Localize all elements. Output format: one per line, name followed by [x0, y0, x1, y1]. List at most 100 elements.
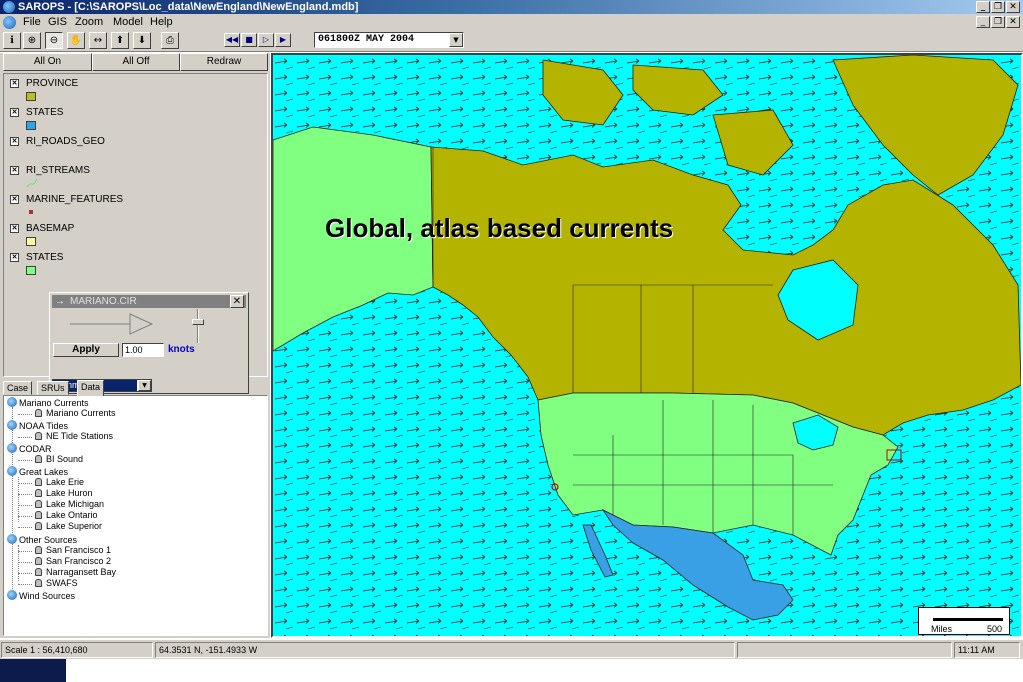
tree-leaf[interactable]: Mariano Currents [35, 408, 116, 419]
stop-button[interactable]: ■ [241, 33, 257, 47]
print-icon[interactable]: ⎙ [161, 32, 179, 49]
layer-checkbox[interactable]: ✕ [10, 108, 19, 117]
tab-data[interactable]: Data [77, 380, 105, 396]
tab-case[interactable]: Case [3, 381, 33, 395]
toolbar: ℹ ⊕ ⊖ ✋ ↔ ⬆ ⬇ ⎙ ◀◀ ■ ▷ ▶ 061800Z MAY 200… [0, 30, 1023, 52]
database-icon [35, 455, 42, 463]
database-icon [35, 522, 42, 530]
layer-name: RI_ROADS_GEO [26, 136, 105, 147]
speed-units-label: knots [168, 344, 195, 355]
all-off-button[interactable]: All Off [92, 53, 180, 71]
pan-icon[interactable]: ✋ [67, 32, 85, 49]
layer-row: ✕ MARINE_FEATURES [10, 193, 260, 221]
tree-leaf[interactable]: NE Tide Stations [35, 431, 113, 442]
database-icon [35, 500, 42, 508]
map-canvas[interactable] [273, 55, 1021, 636]
zoom-out-icon[interactable]: ⊖ [45, 32, 63, 49]
tree-node[interactable]: Other Sources [7, 534, 77, 545]
layer-row: ✕ PROVINCE [10, 77, 260, 105]
close-icon[interactable]: ✕ [230, 295, 244, 308]
speed-input[interactable]: 1.00 [122, 343, 164, 357]
map-view[interactable]: Global, atlas based currents Miles 500 [271, 53, 1023, 638]
window-title: SAROPS - [C:\SAROPS\Loc_data\NewEngland\… [18, 1, 359, 13]
layer-name: RI_STREAMS [26, 165, 90, 176]
layer-buttons: All On All Off Redraw [3, 53, 268, 71]
maximize-button[interactable]: ❐ [991, 1, 1005, 13]
scale-line [933, 618, 1003, 621]
status-scale: Scale 1 : 56,410,680 [1, 642, 153, 658]
tree-leaf[interactable]: Lake Erie [35, 477, 84, 488]
status-bar: Scale 1 : 56,410,680 64.3531 N, -151.493… [0, 640, 1023, 659]
step-button[interactable]: ▷ [258, 33, 274, 47]
menu-bar: File GIS Zoom Model Help _ ❐ ✕ [0, 14, 1023, 30]
close-button[interactable]: ✕ [1006, 1, 1020, 13]
tree-leaf[interactable]: BI Sound [35, 454, 83, 465]
child-close-button[interactable]: ✕ [1006, 16, 1020, 28]
layer-swatch [26, 121, 36, 130]
datetime-select[interactable]: 061800Z MAY 2004 ▼ [314, 32, 464, 48]
tree-leaf[interactable]: San Francisco 2 [35, 556, 111, 567]
tree-node[interactable]: NOAA Tides [7, 420, 68, 431]
database-icon [35, 511, 42, 519]
layer-checkbox[interactable]: ✕ [10, 253, 19, 262]
import-icon[interactable]: ⬇ [133, 32, 151, 49]
window-title-bar: SAROPS - [C:\SAROPS\Loc_data\NewEngland\… [0, 0, 1023, 14]
child-maximize-button[interactable]: ❐ [991, 16, 1005, 28]
mariano-dialog: → MARIANO.CIR ✕ Apply 1.00 knots summer … [49, 292, 249, 394]
minimize-button[interactable]: _ [976, 1, 990, 13]
tree-leaf[interactable]: Lake Ontario [35, 510, 98, 521]
rewind-button[interactable]: ◀◀ [224, 33, 240, 47]
layer-swatch [26, 266, 36, 275]
tree-leaf[interactable]: San Francisco 1 [35, 545, 111, 556]
globe-icon [7, 590, 17, 600]
menu-file[interactable]: File [23, 16, 41, 28]
redraw-button[interactable]: Redraw [180, 53, 268, 71]
zoom-in-icon[interactable]: ⊕ [23, 32, 41, 49]
database-icon [35, 489, 42, 497]
layer-name: STATES [26, 107, 64, 118]
measure-icon[interactable]: ↔ [89, 32, 107, 49]
scale-units: Miles [931, 624, 953, 634]
tab-srus[interactable]: SRUs [37, 381, 69, 395]
menu-zoom[interactable]: Zoom [75, 16, 103, 28]
scale-bar: Miles 500 [918, 607, 1010, 635]
all-on-button[interactable]: All On [3, 53, 92, 71]
document-globe-icon[interactable] [3, 16, 16, 29]
menu-model[interactable]: Model [113, 16, 143, 28]
panel-tabs: Case SRUs Data [3, 380, 268, 396]
menu-help[interactable]: Help [150, 16, 173, 28]
chevron-down-icon[interactable]: ▼ [449, 33, 463, 47]
export-icon[interactable]: ⬆ [111, 32, 129, 49]
layer-checkbox[interactable]: ✕ [10, 195, 19, 204]
layer-checkbox[interactable]: ✕ [10, 166, 19, 175]
layer-name: MARINE_FEATURES [26, 194, 124, 205]
info-icon[interactable]: ℹ [3, 32, 21, 49]
status-empty [737, 642, 952, 658]
mariano-dialog-title: → MARIANO.CIR [52, 295, 246, 308]
play-button[interactable]: ▶ [275, 33, 291, 47]
layer-checkbox[interactable]: ✕ [10, 224, 19, 233]
layer-swatch [26, 92, 36, 101]
tree-node[interactable]: Great Lakes [7, 466, 68, 477]
status-time: 11:11 AM [954, 642, 1020, 658]
tree-leaf[interactable]: SWAFS [35, 578, 78, 589]
speed-slider[interactable] [190, 309, 206, 345]
layer-checkbox[interactable]: ✕ [10, 79, 19, 88]
apply-button[interactable]: Apply [53, 343, 119, 357]
layer-swatch [26, 237, 36, 246]
slider-thumb[interactable] [192, 319, 204, 325]
layer-row: ✕ RI_STREAMS [10, 164, 260, 192]
layer-name: STATES [26, 252, 64, 263]
tree-node[interactable]: CODAR [7, 443, 52, 454]
tree-node[interactable]: Mariano Currents [7, 397, 89, 408]
tree-leaf[interactable]: Lake Michigan [35, 499, 104, 510]
tree-leaf[interactable]: Lake Huron [35, 488, 93, 499]
tree-leaf[interactable]: Narragansett Bay [35, 567, 116, 578]
database-icon [35, 432, 42, 440]
layer-checkbox[interactable]: ✕ [10, 137, 19, 146]
tree-node[interactable]: Wind Sources [7, 590, 75, 601]
menu-gis[interactable]: GIS [48, 16, 67, 28]
taskbar-corner [0, 659, 66, 682]
tree-leaf[interactable]: Lake Superior [35, 521, 102, 532]
child-minimize-button[interactable]: _ [976, 16, 990, 28]
